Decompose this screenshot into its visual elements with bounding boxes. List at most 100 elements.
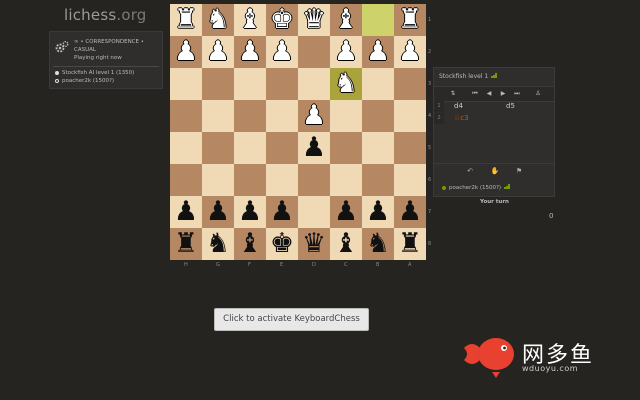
chess-piece[interactable]: ♟: [170, 36, 202, 68]
board-square[interactable]: [394, 68, 426, 100]
fish-logo-icon: [464, 338, 514, 378]
board-square[interactable]: [266, 132, 298, 164]
board-square[interactable]: [266, 164, 298, 196]
prev-move-icon[interactable]: ◀: [484, 89, 494, 99]
black-dot-icon: [55, 78, 59, 83]
chess-piece[interactable]: ♝: [330, 4, 362, 36]
file-label: E: [280, 262, 284, 268]
board-square[interactable]: [234, 164, 266, 196]
board-square[interactable]: [266, 68, 298, 100]
last-move-icon[interactable]: ⏭: [512, 89, 522, 99]
resign-flag-icon[interactable]: ⚑: [513, 166, 525, 176]
board-square[interactable]: [298, 164, 330, 196]
board-square[interactable]: [170, 164, 202, 196]
board-square[interactable]: [330, 132, 362, 164]
chess-piece[interactable]: ♟: [170, 196, 202, 228]
white-player[interactable]: Stockfish AI level 1 (1350): [55, 70, 134, 76]
white-dot-icon: [55, 70, 59, 75]
file-label: D: [312, 262, 316, 268]
move-number: 2: [434, 113, 444, 124]
white-move[interactable]: d4: [454, 101, 463, 112]
board-square[interactable]: [362, 132, 394, 164]
analysis-icon[interactable]: ♙: [533, 89, 543, 99]
chess-piece[interactable]: ♟: [202, 36, 234, 68]
rank-label: 1: [428, 17, 432, 23]
board-square[interactable]: [202, 164, 234, 196]
chess-piece[interactable]: ♟: [234, 196, 266, 228]
board-square[interactable]: [362, 100, 394, 132]
chess-piece[interactable]: ♟: [330, 196, 362, 228]
flip-board-icon[interactable]: ⇅: [448, 89, 458, 99]
activate-keyboardchess-button[interactable]: Click to activate KeyboardChess: [214, 308, 369, 331]
chess-piece[interactable]: ♜: [170, 4, 202, 36]
black-player[interactable]: poacher2k (1500?): [55, 78, 114, 84]
chess-board[interactable]: ♜ ♞ ♝ ♚ ♛ ♝ ♜ ♟ ♟ ♟ ♟ ♟ ♟ ♟ ♞ ♟ ♟ ♟ ♟ ♟ ♟ ♟ ♟ ♟ ♜ ♞ ♝ ♚ ♛ ♝ ♞ ♜: [170, 4, 426, 260]
takeback-icon[interactable]: ↶: [464, 166, 476, 176]
chess-piece[interactable]: ♟: [362, 196, 394, 228]
board-square[interactable]: [234, 100, 266, 132]
chess-piece[interactable]: ♟: [266, 196, 298, 228]
next-move-icon[interactable]: ▶: [498, 89, 508, 99]
chess-piece[interactable]: ♟: [330, 36, 362, 68]
rank-label: 2: [428, 49, 432, 55]
chess-piece[interactable]: ♚: [266, 4, 298, 36]
board-square[interactable]: [234, 132, 266, 164]
chess-piece[interactable]: ♟: [298, 100, 330, 132]
chess-piece[interactable]: ♛: [298, 4, 330, 36]
board-square[interactable]: [394, 164, 426, 196]
chess-piece[interactable]: ♚: [266, 228, 298, 260]
file-label: B: [376, 262, 380, 268]
clock-value: 0: [549, 212, 554, 220]
offer-draw-icon[interactable]: ✋: [489, 166, 501, 176]
chess-piece[interactable]: ♟: [202, 196, 234, 228]
chess-piece[interactable]: ♟: [266, 36, 298, 68]
opponent-name[interactable]: Stockfish level 1: [439, 73, 497, 80]
board-square[interactable]: [298, 196, 330, 228]
chess-piece[interactable]: ♛: [298, 228, 330, 260]
online-dot-icon: [442, 185, 446, 190]
chess-piece[interactable]: ♞: [330, 68, 362, 100]
board-square[interactable]: [202, 100, 234, 132]
board-square[interactable]: [202, 132, 234, 164]
chess-piece[interactable]: ♜: [170, 228, 202, 260]
board-square[interactable]: [298, 68, 330, 100]
white-move[interactable]: ♘c3: [454, 113, 469, 124]
chess-piece[interactable]: ♜: [394, 228, 426, 260]
chess-piece[interactable]: ♟: [394, 36, 426, 68]
board-square[interactable]: [330, 100, 362, 132]
rank-label: 4: [428, 113, 432, 119]
chess-piece[interactable]: ♞: [362, 228, 394, 260]
first-move-icon[interactable]: ⏮: [470, 89, 480, 99]
chess-piece[interactable]: ♜: [394, 4, 426, 36]
chess-piece[interactable]: ♞: [202, 228, 234, 260]
file-label: G: [216, 262, 220, 268]
board-square[interactable]: [170, 132, 202, 164]
board-square[interactable]: [266, 100, 298, 132]
board-square[interactable]: [362, 68, 394, 100]
board-square[interactable]: [170, 100, 202, 132]
board-square[interactable]: [298, 36, 330, 68]
chess-piece[interactable]: ♟: [234, 36, 266, 68]
chess-piece[interactable]: ♝: [330, 228, 362, 260]
chess-piece[interactable]: ♟: [394, 196, 426, 228]
site-logo[interactable]: lichess.org: [64, 6, 147, 24]
chess-piece[interactable]: ♞: [202, 4, 234, 36]
chess-piece[interactable]: ♝: [234, 228, 266, 260]
chess-piece[interactable]: ♝: [234, 4, 266, 36]
file-label: F: [248, 262, 251, 268]
rank-label: 7: [428, 209, 432, 215]
chess-piece[interactable]: ♟: [362, 36, 394, 68]
black-move[interactable]: d5: [506, 101, 515, 112]
game-type: ∞ • CORRESPONDENCE •: [74, 39, 144, 45]
board-square[interactable]: [234, 68, 266, 100]
my-player[interactable]: poacher2k (1500?): [442, 184, 510, 191]
board-square[interactable]: [170, 68, 202, 100]
board-square[interactable]: [202, 68, 234, 100]
board-square[interactable]: [330, 164, 362, 196]
chess-piece[interactable]: ♟: [298, 132, 330, 164]
board-square[interactable]: [362, 4, 394, 36]
board-square[interactable]: [362, 164, 394, 196]
board-square[interactable]: [394, 100, 426, 132]
board-square[interactable]: [394, 132, 426, 164]
rank-label: 6: [428, 177, 432, 183]
